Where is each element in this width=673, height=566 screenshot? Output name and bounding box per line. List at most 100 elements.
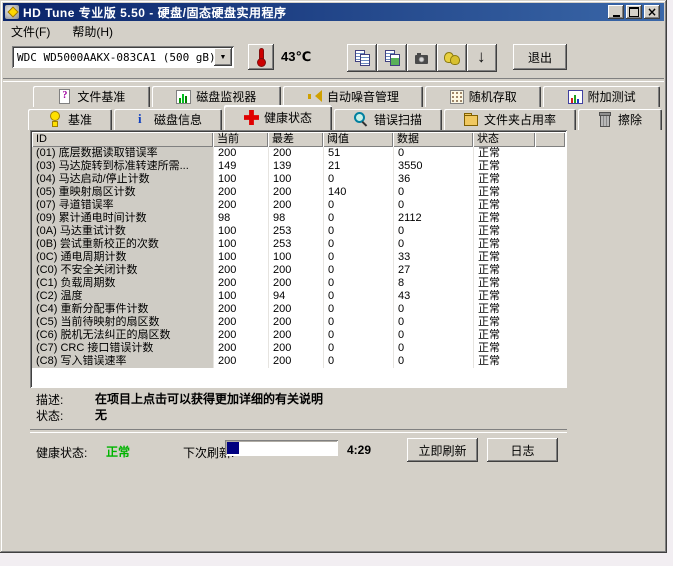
cell-status: 正常 [473,316,535,329]
refresh-now-button[interactable]: 立即刷新 [407,438,478,462]
tab-disk-info[interactable]: 磁盘信息 [114,109,222,130]
cell-current: 200 [213,264,268,277]
save-results-button[interactable] [467,44,497,72]
file-benchmark-icon [57,89,72,104]
cell-threshold: 0 [323,264,393,277]
table-row[interactable]: (05) 重映射扇区计数 200 200 140 0 正常 [32,186,565,199]
cell-id: (0B) 尝试重新校正的次数 [32,238,213,251]
toolbar-buttons [347,44,497,72]
cell-status: 正常 [473,212,535,225]
toolbar-separator [3,78,664,82]
cell-data: 8 [393,277,473,290]
temperature-button[interactable] [248,44,274,70]
column-header-worst[interactable]: 最差 [268,132,323,147]
cell-id: (C8) 写入错误速率 [32,355,213,368]
cell-threshold: 0 [323,199,393,212]
table-row[interactable]: (0B) 尝试重新校正的次数 100 253 0 0 正常 [32,238,565,251]
copy-image-button[interactable] [377,44,407,72]
table-row[interactable]: (C2) 温度 100 94 0 43 正常 [32,290,565,303]
cell-data: 0 [393,355,473,368]
tab-benchmark[interactable]: 基准 [28,109,112,130]
cell-status: 正常 [473,329,535,342]
cell-data: 0 [393,147,473,160]
cell-worst: 200 [268,316,323,329]
gloves-icon [444,50,460,66]
cell-id: (0A) 马达重试计数 [32,225,213,238]
tab-file-benchmark[interactable]: 文件基准 [33,86,150,107]
cell-data: 0 [393,342,473,355]
cell-id: (C6) 脱机无法纠正的扇区数 [32,329,213,342]
chevron-down-icon[interactable]: ▼ [214,48,232,66]
cell-id: (05) 重映射扇区计数 [32,186,213,199]
cell-threshold: 0 [323,173,393,186]
cell-threshold: 0 [323,342,393,355]
folder-usage-icon [464,112,479,127]
refresh-progress-bar [225,440,338,456]
cell-data: 0 [393,238,473,251]
cell-data: 33 [393,251,473,264]
tab-erase[interactable]: 擦除 [578,109,662,130]
cell-status: 正常 [473,225,535,238]
table-row[interactable]: (C5) 当前待映射的扇区数 200 200 0 0 正常 [32,316,565,329]
tab-folder-usage[interactable]: 文件夹占用率 [444,109,576,130]
column-header-data[interactable]: 数据 [393,132,473,147]
column-header-status[interactable]: 状态 [473,132,535,147]
table-row[interactable]: (0C) 通电周期计数 100 100 0 33 正常 [32,251,565,264]
cell-status: 正常 [473,251,535,264]
tab-label: 擦除 [617,113,642,127]
cell-id: (07) 寻道错误率 [32,199,213,212]
drive-select[interactable]: WDC WD5000AAKX-083CA1 (500 gB) ▼ [12,46,234,68]
tab-row-bottom: 基准 磁盘信息 健康状态 错误扫描 文件夹占用率 擦除 [28,105,662,130]
tab-label: 磁盘信息 [153,113,202,127]
tab-label: 磁盘监视器 [196,90,257,104]
cell-data: 0 [393,225,473,238]
random-access-icon [449,89,464,104]
refresh-countdown: 4:29 [347,443,372,457]
table-row[interactable]: (03) 马达旋转到标准转速所需... 149 139 21 3550 正常 [32,160,565,173]
table-row[interactable]: (C6) 脱机无法纠正的扇区数 200 200 0 0 正常 [32,329,565,342]
tab-random-access[interactable]: 随机存取 [425,86,542,107]
table-row[interactable]: (C7) CRC 接口错误计数 200 200 0 0 正常 [32,342,565,355]
table-row[interactable]: (C0) 不安全关闭计数 200 200 0 27 正常 [32,264,565,277]
close-button[interactable]: × [644,5,660,19]
cell-status: 正常 [473,199,535,212]
cell-worst: 200 [268,303,323,316]
table-row[interactable]: (C8) 写入错误速率 200 200 0 0 正常 [32,355,565,368]
cell-status: 正常 [473,264,535,277]
minimize-button[interactable] [608,5,624,19]
log-button[interactable]: 日志 [487,438,558,462]
cell-id: (C5) 当前待映射的扇区数 [32,316,213,329]
column-header-id[interactable]: ID [32,132,213,147]
gloves-button[interactable] [437,44,467,72]
maximize-button[interactable] [626,5,642,19]
erase-icon [598,112,613,127]
menu-help[interactable]: 帮助(H) [72,23,113,40]
cell-worst: 200 [268,186,323,199]
cell-id: (03) 马达旋转到标准转速所需... [32,160,213,173]
tab-error-scan[interactable]: 错误扫描 [334,109,442,130]
screenshot-button[interactable] [407,44,437,72]
tab-extra-tests[interactable]: 附加测试 [543,86,660,107]
tab-health-status[interactable]: 健康状态 [224,105,332,130]
tab-disk-monitor[interactable]: 磁盘监视器 [151,86,281,107]
table-row[interactable]: (04) 马达启动/停止计数 100 100 0 36 正常 [32,173,565,186]
health-status-icon [243,110,259,125]
column-header-current[interactable]: 当前 [213,132,268,147]
cell-threshold: 0 [323,277,393,290]
cell-worst: 139 [268,160,323,173]
cell-threshold: 0 [323,225,393,238]
table-row[interactable]: (09) 累计通电时间计数 98 98 0 2112 正常 [32,212,565,225]
table-row[interactable]: (0A) 马达重试计数 100 253 0 0 正常 [32,225,565,238]
table-row[interactable]: (C1) 负载周期数 200 200 0 8 正常 [32,277,565,290]
cell-data: 36 [393,173,473,186]
copy-text-button[interactable] [347,44,377,72]
disk-monitor-icon [176,89,192,104]
column-header-threshold[interactable]: 阈值 [323,132,393,147]
table-row[interactable]: (01) 底层数据读取错误率 200 200 51 0 正常 [32,147,565,160]
exit-button[interactable]: 退出 [513,44,567,70]
tab-acoustic-management[interactable]: 自动噪音管理 [282,86,424,107]
menu-file[interactable]: 文件(F) [11,23,50,40]
cell-threshold: 21 [323,160,393,173]
table-row[interactable]: (C4) 重新分配事件计数 200 200 0 0 正常 [32,303,565,316]
table-row[interactable]: (07) 寻道错误率 200 200 0 0 正常 [32,199,565,212]
